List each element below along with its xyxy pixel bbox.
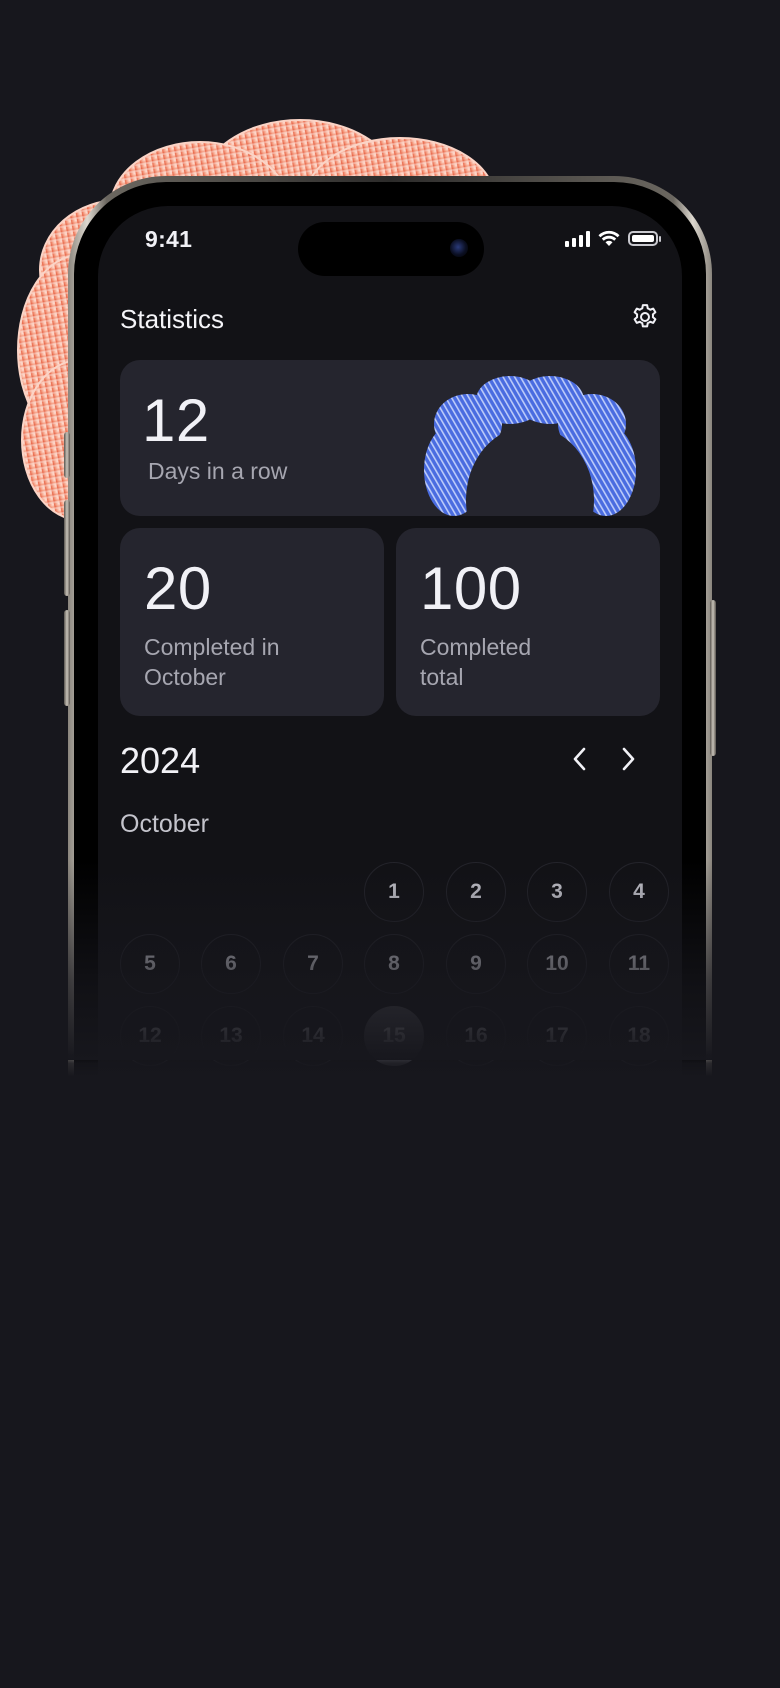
calendar-day[interactable]: 6: [201, 934, 261, 994]
calendar-day[interactable]: 4: [609, 862, 669, 922]
calendar-day[interactable]: 7: [283, 934, 343, 994]
calendar-day[interactable]: 18: [609, 1006, 669, 1066]
marketing-stage: 9:41 Statistics 12 Days in a row 20 Comp…: [0, 0, 780, 1688]
completed-total-value: 100: [420, 555, 522, 622]
decorative-ring-graphic: [424, 376, 636, 516]
completed-month-card[interactable]: 20 Completed in October: [120, 528, 384, 716]
dynamic-island: [298, 222, 484, 276]
completed-month-label-line1: Completed in: [144, 634, 280, 660]
calendar-day[interactable]: 3: [527, 862, 587, 922]
phone-side-button: [64, 610, 70, 706]
streak-label: Days in a row: [148, 458, 288, 484]
gear-icon[interactable]: [630, 302, 660, 332]
phone-side-button: [64, 432, 70, 478]
calendar-day[interactable]: 17: [527, 1006, 587, 1066]
calendar-day[interactable]: 16: [446, 1006, 506, 1066]
app-screen: 9:41 Statistics 12 Days in a row 20 Comp…: [98, 206, 682, 1136]
calendar-day[interactable]: 13: [201, 1006, 261, 1066]
phone-mockup: 9:41 Statistics 12 Days in a row 20 Comp…: [64, 176, 716, 1136]
cellular-signal-icon: [565, 230, 590, 247]
calendar-day[interactable]: 9: [446, 934, 506, 994]
chevron-left-icon[interactable]: [566, 743, 594, 775]
status-time: 9:41: [145, 226, 193, 252]
page-title: Statistics: [120, 304, 225, 334]
calendar-day[interactable]: 12: [120, 1006, 180, 1066]
completed-month-value: 20: [144, 555, 212, 622]
completed-total-label-line1: Completed: [420, 634, 532, 660]
calendar-day[interactable]: 11: [609, 934, 669, 994]
calendar-day[interactable]: 1: [364, 862, 424, 922]
phone-side-button: [64, 500, 70, 596]
streak-value: 12: [142, 387, 210, 454]
calendar-day[interactable]: 2: [446, 862, 506, 922]
bottom-background: [0, 1050, 780, 1688]
camera-icon: [450, 239, 468, 257]
completed-total-card[interactable]: 100 Completed total: [396, 528, 660, 716]
calendar-day[interactable]: 10: [527, 934, 587, 994]
calendar-day[interactable]: 8: [364, 934, 424, 994]
streak-card[interactable]: 12 Days in a row: [120, 360, 660, 516]
calendar-day-today[interactable]: 15: [364, 1006, 424, 1066]
calendar-day[interactable]: 5: [120, 934, 180, 994]
status-icons: [565, 230, 661, 247]
phone-power-button: [710, 600, 716, 756]
completed-month-label-line2: October: [144, 664, 226, 690]
calendar-month: October: [120, 810, 209, 838]
completed-total-label-line2: total: [420, 664, 464, 690]
wifi-icon: [598, 230, 620, 246]
battery-icon: [628, 231, 661, 246]
calendar-year: 2024: [120, 740, 201, 781]
calendar-day[interactable]: 14: [283, 1006, 343, 1066]
chevron-right-icon[interactable]: [614, 743, 642, 775]
